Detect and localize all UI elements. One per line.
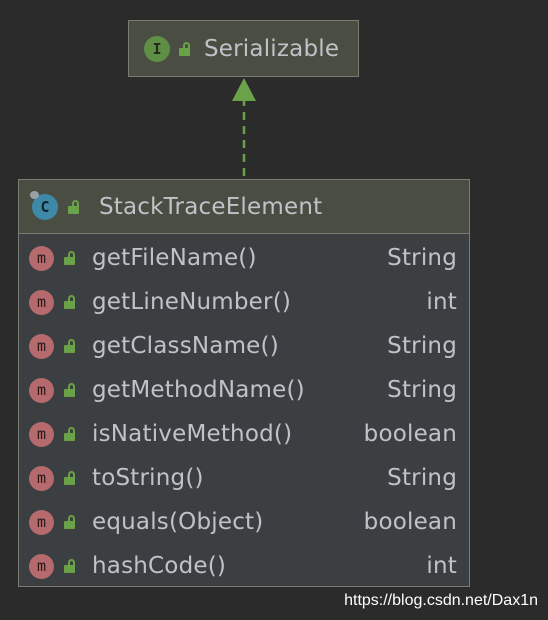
public-lock-icon — [68, 199, 80, 214]
method-return-type: int — [426, 289, 457, 315]
public-lock-icon — [64, 383, 76, 397]
public-lock-icon — [64, 427, 76, 441]
method-row[interactable]: m getLineNumber() int — [19, 280, 469, 324]
method-name: equals(Object) — [92, 509, 264, 535]
public-lock-icon — [64, 559, 76, 573]
method-return-type: boolean — [363, 421, 457, 447]
class-icon: C — [30, 190, 58, 220]
method-icon: m — [29, 289, 54, 315]
method-icon: m — [29, 333, 54, 359]
class-header: C StackTraceElement — [19, 180, 469, 234]
method-return-type: String — [387, 465, 457, 491]
public-lock-icon — [64, 471, 76, 485]
method-name: getFileName() — [92, 245, 257, 271]
method-icon: m — [29, 377, 54, 403]
method-return-type: String — [387, 333, 457, 359]
method-name: getClassName() — [92, 333, 279, 359]
arrowhead-icon — [232, 78, 256, 101]
public-lock-icon — [64, 251, 76, 265]
method-icon: m — [29, 553, 54, 579]
public-lock-icon — [179, 41, 191, 56]
method-icon: m — [29, 509, 54, 535]
interface-icon: I — [144, 35, 170, 62]
method-list: m getFileName() String m getLineNumber()… — [19, 234, 469, 588]
method-row[interactable]: m hashCode() int — [19, 544, 469, 588]
class-name: StackTraceElement — [99, 193, 323, 220]
method-icon: m — [29, 465, 54, 491]
method-row[interactable]: m toString() String — [19, 456, 469, 500]
class-badge-letter: C — [40, 197, 50, 216]
interface-name: Serializable — [204, 35, 340, 62]
public-lock-icon — [64, 339, 76, 353]
method-return-type: int — [426, 553, 457, 579]
method-return-type: boolean — [363, 509, 457, 535]
method-return-type: String — [387, 245, 457, 271]
method-icon: m — [29, 245, 54, 271]
method-row[interactable]: m isNativeMethod() boolean — [19, 412, 469, 456]
method-row[interactable]: m getMethodName() String — [19, 368, 469, 412]
method-icon: m — [29, 421, 54, 447]
watermark-text: https://blog.csdn.net/Dax1n — [344, 592, 538, 609]
public-lock-icon — [64, 515, 76, 529]
interface-node-serializable[interactable]: I Serializable — [128, 20, 359, 77]
method-name: getMethodName() — [92, 377, 305, 403]
method-name: getLineNumber() — [92, 289, 292, 315]
class-node-stacktraceelement[interactable]: C StackTraceElement m getFileName() Stri… — [18, 179, 470, 587]
method-row[interactable]: m getFileName() String — [19, 236, 469, 280]
public-lock-icon — [64, 295, 76, 309]
method-return-type: String — [387, 377, 457, 403]
method-row[interactable]: m equals(Object) boolean — [19, 500, 469, 544]
final-pin-icon — [30, 190, 39, 199]
method-name: toString() — [92, 465, 204, 491]
method-row[interactable]: m getClassName() String — [19, 324, 469, 368]
method-name: isNativeMethod() — [92, 421, 293, 447]
interface-header: I Serializable — [129, 21, 358, 76]
method-name: hashCode() — [92, 553, 227, 579]
